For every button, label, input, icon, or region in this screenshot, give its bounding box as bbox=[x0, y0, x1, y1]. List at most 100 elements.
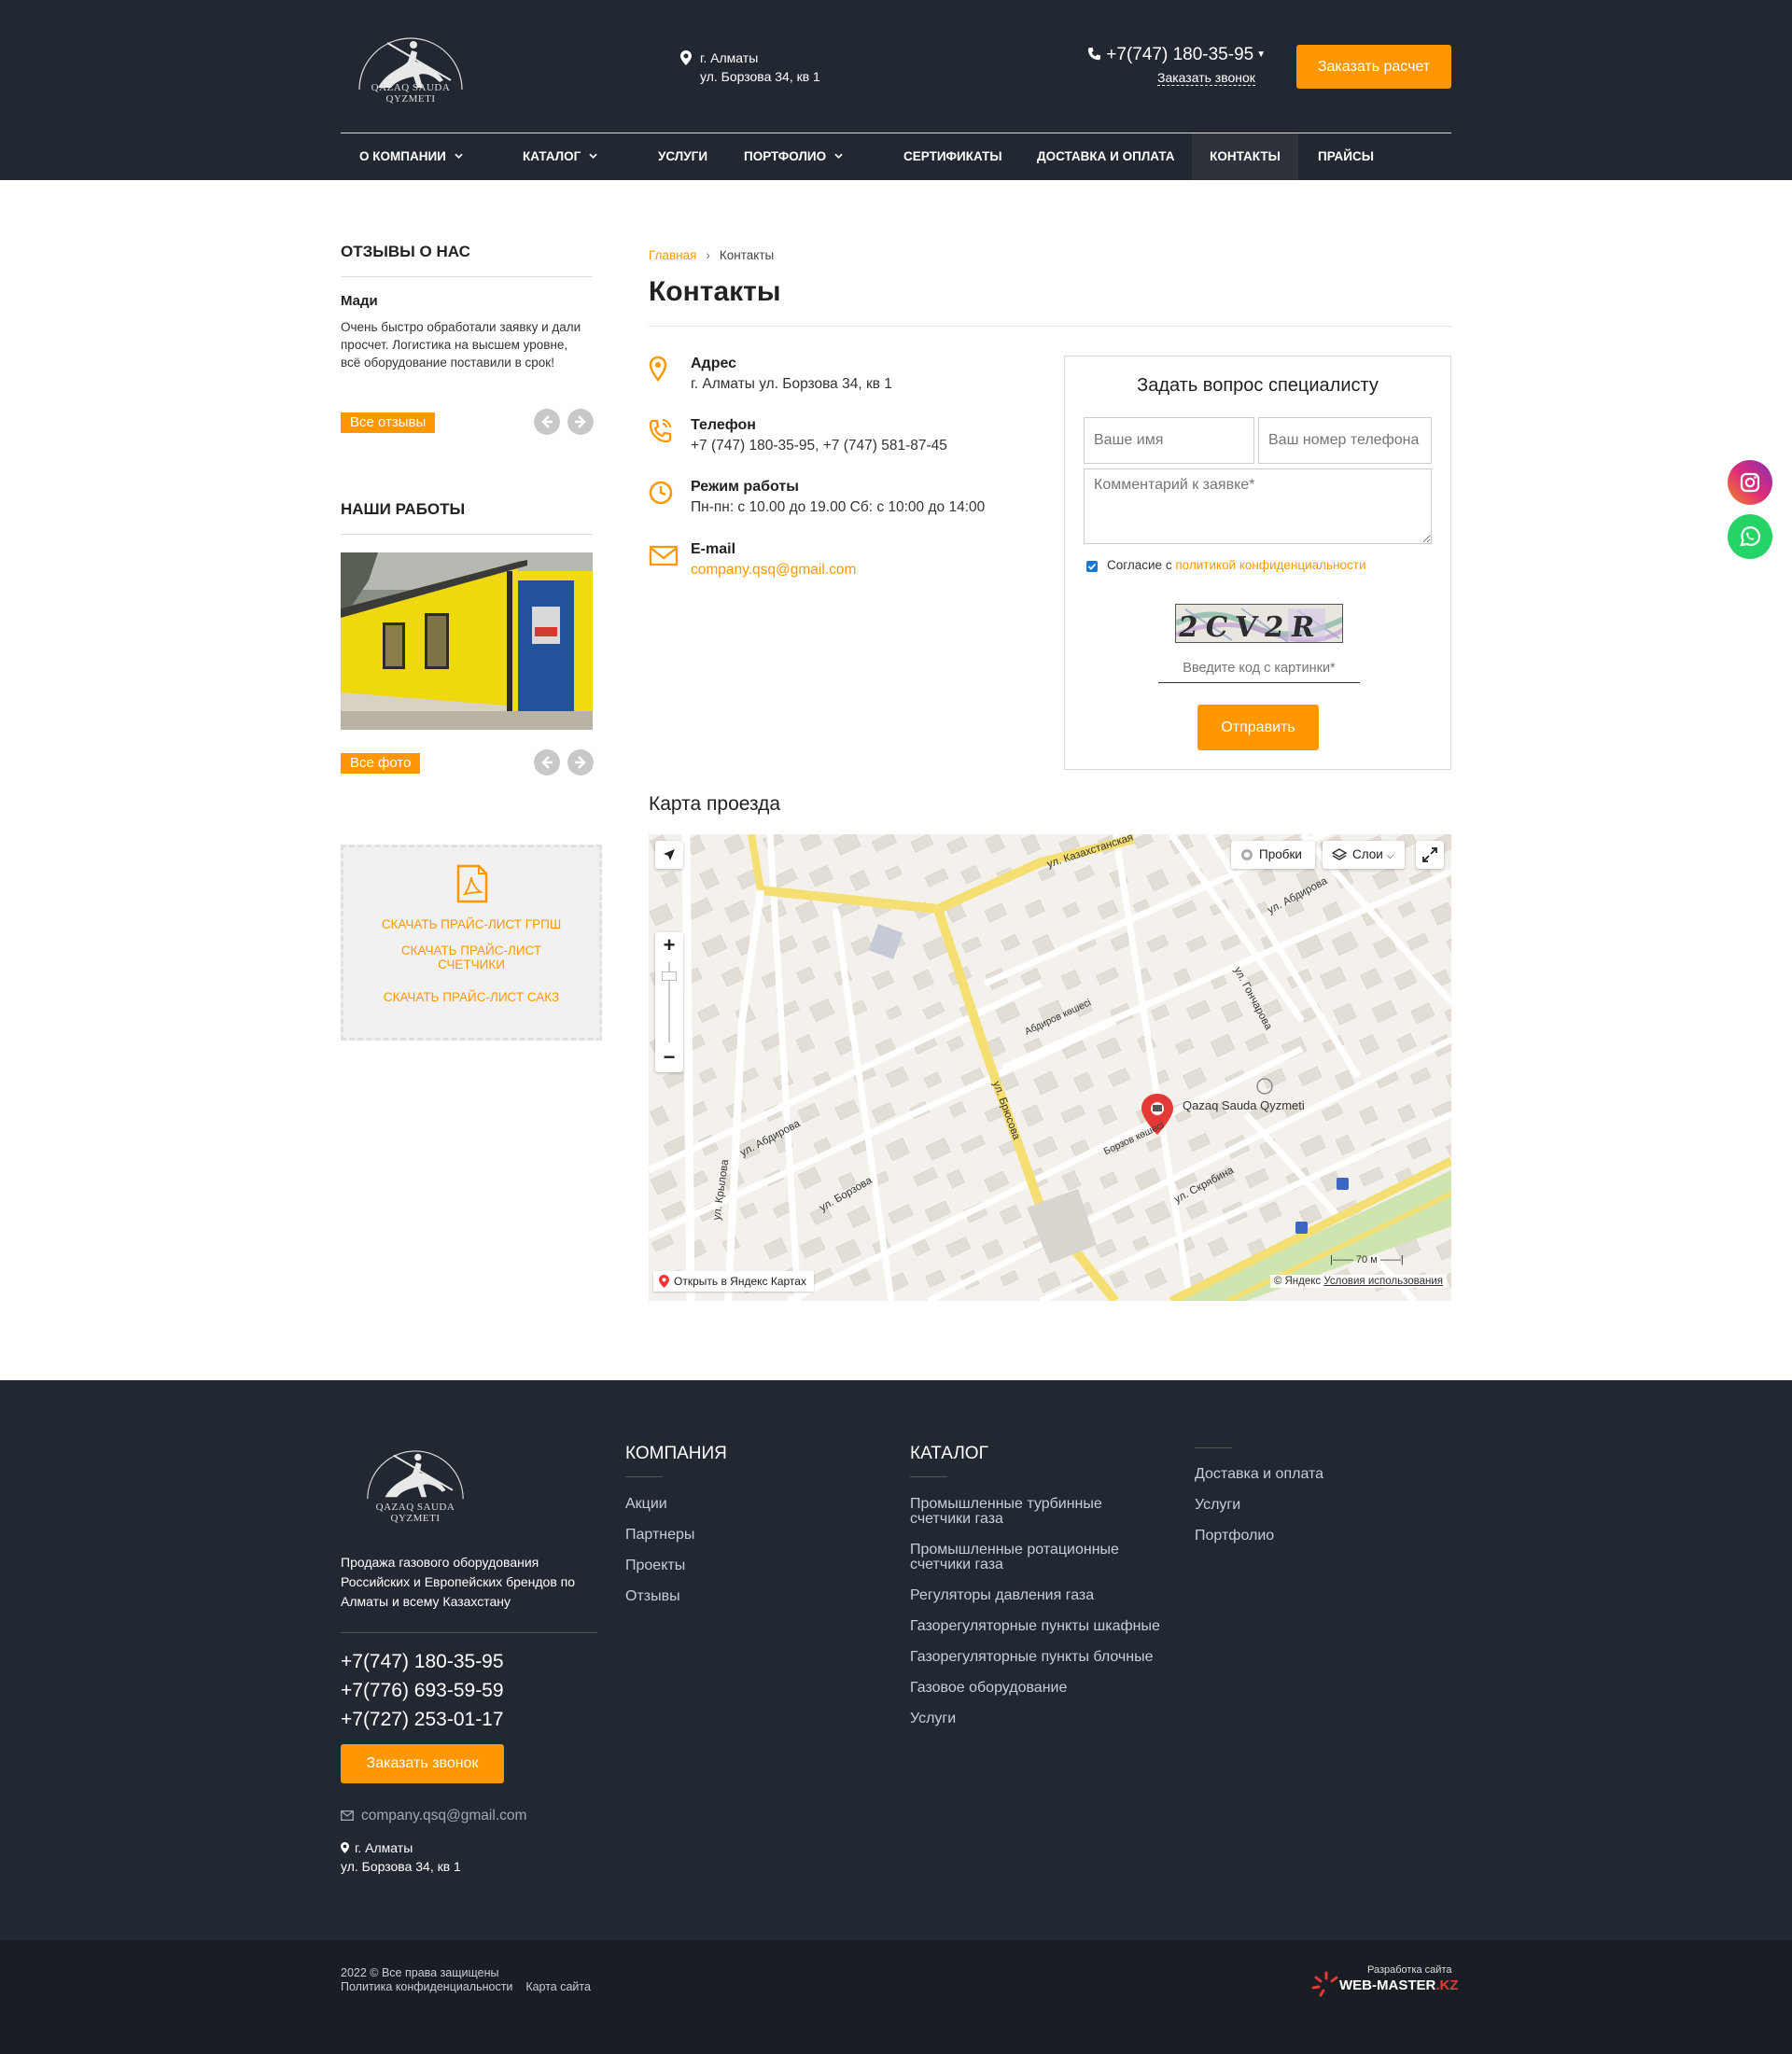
captcha-noise-image: 2CV2R bbox=[1176, 605, 1342, 642]
footer-link-gas-equipment[interactable]: Газовое оборудование bbox=[910, 1681, 1067, 1696]
layers-button[interactable]: Слои ⌵ bbox=[1323, 841, 1405, 869]
address-label: Адрес bbox=[691, 356, 737, 371]
footer-phone-1[interactable]: +7(747) 180-35-95 bbox=[341, 1651, 504, 1673]
geolocation-icon[interactable] bbox=[655, 841, 683, 869]
developer-name-tld: .KZ bbox=[1435, 1977, 1459, 1993]
whatsapp-icon[interactable] bbox=[1728, 514, 1772, 559]
privacy-link[interactable]: Политика конфиденциальности bbox=[341, 1980, 512, 1993]
price-link-sakz[interactable]: Скачать прайс-лист САКЗ bbox=[343, 990, 599, 1004]
footer-divider bbox=[341, 1632, 597, 1633]
sitemap-link[interactable]: Карта сайта bbox=[525, 1980, 591, 1993]
footer-link-delivery[interactable]: Доставка и оплата bbox=[1195, 1467, 1323, 1482]
nav-item-contacts[interactable]: Контакты bbox=[1192, 133, 1298, 180]
email-link[interactable]: company.qsq@gmail.com bbox=[691, 562, 856, 579]
callback-link[interactable]: Заказать звонок bbox=[1157, 70, 1255, 86]
footer-address: г. Алматы ул. Борзова 34, кв 1 bbox=[341, 1838, 461, 1876]
footer-phone-2[interactable]: +7(776) 693-59-59 bbox=[341, 1680, 504, 1702]
chevron-down-icon bbox=[589, 153, 597, 159]
footer-link-portfolio[interactable]: Портфолио bbox=[1195, 1529, 1274, 1544]
price-link-meters[interactable]: Скачать прайс-лист счетчики bbox=[343, 943, 599, 971]
nav-item-about[interactable]: О компании bbox=[359, 133, 463, 180]
header-phone[interactable]: +7(747) 180-35-95 ▼ bbox=[1087, 45, 1266, 65]
zoom-in-icon[interactable]: + bbox=[655, 932, 683, 960]
prev-arrow-icon[interactable] bbox=[534, 749, 560, 775]
phone-value: +7 (747) 180-35-95, +7 (747) 581-87-45 bbox=[691, 438, 947, 454]
footer-city: г. Алматы bbox=[355, 1840, 413, 1855]
name-input[interactable] bbox=[1084, 417, 1254, 464]
phone-input[interactable] bbox=[1258, 417, 1432, 464]
footer-link-services-2[interactable]: Услуги bbox=[1195, 1498, 1240, 1513]
traffic-icon bbox=[1241, 849, 1253, 860]
map-place-label[interactable]: Qazaq Sauda Qyzmeti bbox=[1183, 1098, 1305, 1112]
zoom-control: + − bbox=[655, 932, 683, 1072]
nav-item-delivery[interactable]: Доставка и оплата bbox=[1037, 133, 1175, 180]
consent-label: Согласие с bbox=[1107, 558, 1172, 572]
footer-link-projects[interactable]: Проекты bbox=[625, 1558, 685, 1573]
footer-link-block-points[interactable]: Газорегуляторные пункты блочные bbox=[910, 1650, 1153, 1665]
pdf-icon bbox=[456, 864, 488, 903]
privacy-policy-link[interactable]: политикой конфиденциальности bbox=[1175, 558, 1365, 572]
footer-link-turbine-meters[interactable]: Промышленные турбинные счетчики газа bbox=[910, 1497, 1143, 1527]
nav-item-prices[interactable]: Прайсы bbox=[1318, 133, 1374, 180]
nav-item-catalog[interactable]: Каталог bbox=[523, 133, 597, 180]
chevron-down-icon[interactable]: ▼ bbox=[1256, 49, 1266, 60]
footer-link-services[interactable]: Услуги bbox=[910, 1712, 956, 1726]
footer-phone-3[interactable]: +7(727) 253-01-17 bbox=[341, 1709, 504, 1731]
order-calc-button[interactable]: Заказать расчет bbox=[1296, 45, 1451, 89]
footer-logo[interactable]: QAZAQ SAUDA QYZMETI bbox=[350, 1438, 481, 1524]
prev-arrow-icon[interactable] bbox=[534, 409, 560, 435]
next-arrow-icon[interactable] bbox=[567, 749, 594, 775]
breadcrumb-current: Контакты bbox=[719, 248, 775, 262]
submit-button[interactable]: Отправить bbox=[1197, 705, 1319, 750]
instagram-icon[interactable] bbox=[1728, 460, 1772, 505]
form-title: Задать вопрос специалисту bbox=[1137, 375, 1379, 396]
footer-callback-button[interactable]: Заказать звонок bbox=[341, 1744, 504, 1783]
comment-textarea[interactable] bbox=[1084, 468, 1432, 544]
location-pin-icon bbox=[649, 356, 667, 383]
footer-catalog-title: Каталог bbox=[910, 1444, 988, 1463]
nav-item-portfolio[interactable]: Портфолио bbox=[744, 133, 843, 180]
hours-value: Пн-пн: с 10.00 до 19.00 Сб: с 10:00 до 1… bbox=[691, 499, 986, 515]
nav-item-certificates[interactable]: Сертификаты bbox=[903, 133, 1002, 180]
hours-label: Режим работы bbox=[691, 479, 799, 495]
nav-label: Контакты bbox=[1210, 149, 1281, 163]
next-arrow-icon[interactable] bbox=[567, 409, 594, 435]
work-photo[interactable] bbox=[341, 552, 593, 730]
logo[interactable]: QAZAQ SAUDA QYZMETI bbox=[350, 24, 471, 105]
reviews-title: Отзывы о нас bbox=[341, 243, 470, 260]
all-photos-button[interactable]: Все фото bbox=[341, 753, 421, 774]
footer-link-promotions[interactable]: Акции bbox=[625, 1497, 667, 1512]
layers-label: Слои bbox=[1352, 847, 1383, 861]
envelope-icon bbox=[649, 545, 679, 566]
contact-email: E-mail company.qsq@gmail.com bbox=[649, 541, 1041, 588]
map-scale-label: 70 м bbox=[1355, 1254, 1378, 1265]
footer-link-regulators[interactable]: Регуляторы давления газа bbox=[910, 1588, 1094, 1603]
yandex-map[interactable]: Qazaq Sauda Qyzmeti ул. Казахстанская ул… bbox=[649, 834, 1451, 1301]
checkmark-icon bbox=[1087, 563, 1097, 570]
consent-checkbox[interactable] bbox=[1086, 561, 1098, 572]
fullscreen-icon[interactable] bbox=[1416, 841, 1444, 869]
footer-email[interactable]: company.qsq@gmail.com bbox=[341, 1808, 526, 1824]
chevron-down-icon bbox=[455, 153, 463, 159]
map-pin-icon bbox=[341, 1842, 349, 1853]
footer-email-text: company.qsq@gmail.com bbox=[361, 1808, 527, 1823]
zoom-out-icon[interactable]: − bbox=[655, 1044, 683, 1072]
footer-link-rotary-meters[interactable]: Промышленные ротационные счетчики газа bbox=[910, 1543, 1143, 1572]
zoom-handle[interactable] bbox=[662, 971, 677, 981]
price-list-box: Скачать прайс-лист ГРПШ Скачать прайс-ли… bbox=[341, 845, 602, 1041]
developer-name-main: WEB-MASTER bbox=[1339, 1977, 1436, 1993]
all-reviews-button[interactable]: Все отзывы bbox=[341, 412, 436, 433]
captcha-input[interactable] bbox=[1158, 653, 1360, 683]
price-link-grpsh[interactable]: Скачать прайс-лист ГРПШ bbox=[343, 917, 599, 931]
open-in-yandex-link[interactable]: Открыть в Яндекс Картах bbox=[653, 1271, 814, 1292]
map-title: Карта проезда bbox=[649, 793, 781, 815]
map-copyright-text: © Яндекс bbox=[1273, 1276, 1322, 1287]
developer-credit[interactable]: Разработка сайта WEB-MASTER.KZ bbox=[1311, 1964, 1459, 2005]
map-terms-link[interactable]: Условия использования bbox=[1323, 1276, 1443, 1287]
footer-link-cabinet-points[interactable]: Газорегуляторные пункты шкафные bbox=[910, 1619, 1160, 1634]
breadcrumb-home[interactable]: Главная bbox=[649, 248, 696, 262]
nav-item-services[interactable]: Услуги bbox=[658, 133, 707, 180]
footer-link-reviews[interactable]: Отзывы bbox=[625, 1589, 680, 1604]
footer-link-partners[interactable]: Партнеры bbox=[625, 1528, 694, 1543]
traffic-button[interactable]: Пробки bbox=[1231, 841, 1315, 869]
